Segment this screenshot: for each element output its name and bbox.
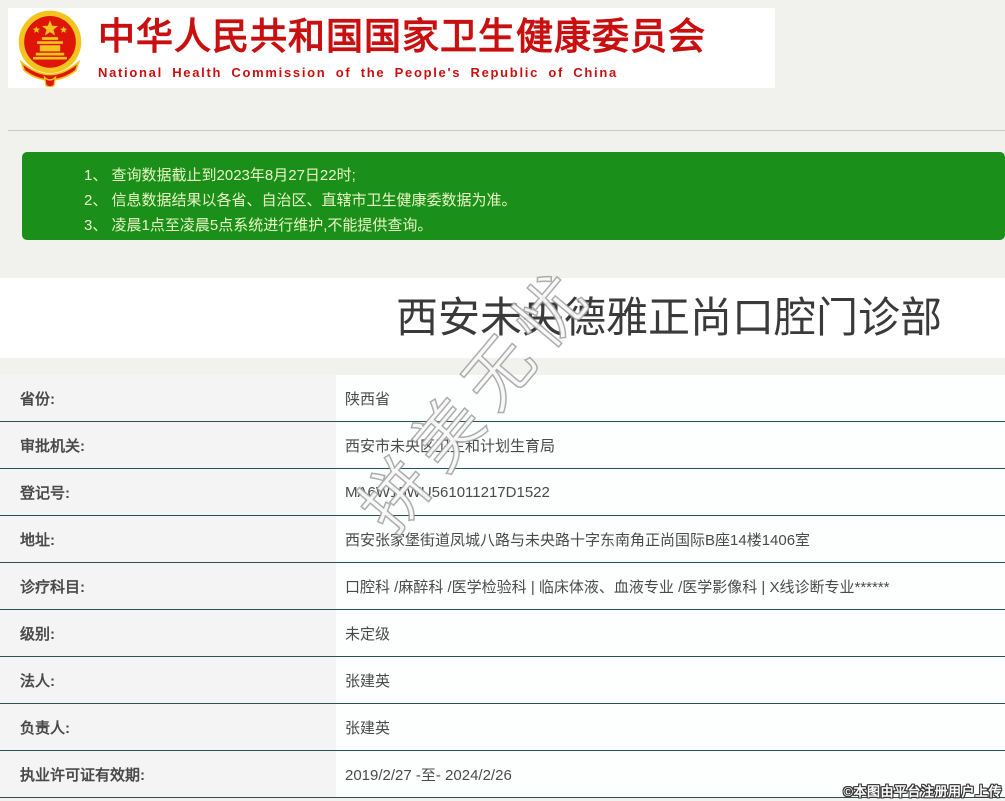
row-label: 诊疗科目: — [0, 563, 336, 609]
prc-national-emblem-icon — [18, 10, 82, 87]
table-row: 审批机关: 西安市未央区卫生和计划生育局 — [0, 422, 1005, 469]
row-label: 地址: — [0, 516, 336, 562]
row-label: 审批机关: — [0, 422, 336, 468]
notice-line: 1、 查询数据截止到2023年8月27日22时; — [84, 167, 356, 184]
organization-name: 西安未央德雅正尚口腔门诊部 — [396, 294, 943, 341]
row-value: 西安张家堡街道凤城八路与未央路十字东南角正尚国际B座14楼1406室 — [345, 531, 811, 549]
title-band: 西安未央德雅正尚口腔门诊部 — [0, 278, 1005, 358]
row-value: 口腔科 /麻醉科 /医学检验科 | 临床体液、血液专业 /医学影像科 | X线诊… — [345, 578, 890, 596]
table-row: 级别: 未定级 — [0, 610, 1005, 657]
table-row: 省份: 陕西省 — [0, 375, 1005, 422]
table-row: 地址: 西安张家堡街道凤城八路与未央路十字东南角正尚国际B座14楼1406室 — [0, 516, 1005, 563]
row-label: 省份: — [0, 375, 336, 421]
page: 中华人民共和国国家卫生健康委员会 National Health Commiss… — [0, 0, 1005, 801]
row-value: 陕西省 — [345, 390, 391, 408]
detail-table: 省份: 陕西省 审批机关: 西安市未央区卫生和计划生育局 登记号: MA6W15… — [0, 375, 1005, 798]
row-label: 执业许可证有效期: — [0, 751, 336, 797]
site-title-cn: 中华人民共和国国家卫生健康委员会 — [98, 16, 706, 58]
notice-box: 1、 查询数据截止到2023年8月27日22时; 2、 信息数据结果以各省、自治区… — [22, 152, 1005, 240]
row-value: 西安市未央区卫生和计划生育局 — [345, 437, 556, 455]
row-value: 张建英 — [345, 719, 391, 737]
notice-line: 2、 信息数据结果以各省、自治区、直辖市卫生健康委数据为准。 — [84, 192, 517, 209]
table-row: 诊疗科目: 口腔科 /麻醉科 /医学检验科 | 临床体液、血液专业 /医学影像科… — [0, 563, 1005, 610]
row-value: 未定级 — [345, 625, 391, 643]
header-divider — [8, 130, 1005, 131]
row-label: 负责人: — [0, 704, 336, 750]
row-value: MA6W15WU561011217D1522 — [345, 483, 550, 501]
header-titles: 中华人民共和国国家卫生健康委员会 National Health Commiss… — [98, 16, 706, 80]
row-label: 法人: — [0, 657, 336, 703]
row-value: 张建英 — [345, 672, 391, 690]
row-label: 级别: — [0, 610, 336, 656]
site-header: 中华人民共和国国家卫生健康委员会 National Health Commiss… — [8, 8, 775, 88]
image-credit: ©本图由平台注册用户上传 — [843, 784, 1002, 799]
site-title-en: National Health Commission of the People… — [98, 64, 618, 80]
row-label: 登记号: — [0, 469, 336, 515]
notice-line: 3、 凌晨1点至凌晨5点系统进行维护,不能提供查询。 — [84, 217, 433, 234]
table-row: 法人: 张建英 — [0, 657, 1005, 704]
table-row: 登记号: MA6W15WU561011217D1522 — [0, 469, 1005, 516]
table-row: 负责人: 张建英 — [0, 704, 1005, 751]
